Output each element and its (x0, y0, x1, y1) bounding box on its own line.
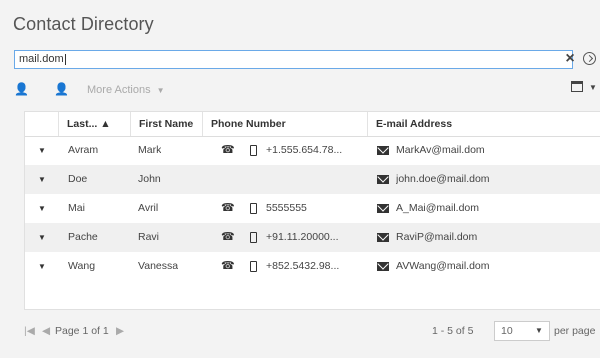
cell-last-name: Wang (68, 260, 96, 272)
header-first-name[interactable]: First Name (130, 112, 202, 136)
cell-email-address: AVWang@mail.dom (396, 260, 490, 272)
table-row[interactable]: ▼ Pache Ravi ☎ +91.11.20000... RaviP@mail.dom (25, 223, 600, 252)
cell-phone-number: 5555555 (266, 202, 307, 214)
cell-first-name: Mark (138, 144, 162, 156)
table-row[interactable]: ▼ Doe John john.doe@mail.dom (25, 165, 600, 194)
first-page-icon[interactable]: |◀ (24, 325, 35, 337)
cell-first-name: Vanessa (138, 260, 179, 272)
cell-last-name: Pache (68, 231, 98, 243)
caret-down-icon[interactable]: ▼ (38, 136, 46, 165)
page-title: Contact Directory (13, 14, 154, 34)
cell-email-address: john.doe@mail.dom (396, 173, 490, 185)
envelope-icon[interactable] (377, 252, 389, 281)
cell-email-address: RaviP@mail.dom (396, 231, 478, 243)
more-actions-label: More Actions (87, 84, 151, 96)
phone-icon[interactable]: ☎ (221, 223, 235, 252)
range-label: 1 - 5 of 5 (432, 325, 474, 337)
header-expander (25, 112, 58, 136)
header-email-address[interactable]: E-mail Address (367, 112, 600, 136)
envelope-icon[interactable] (377, 223, 389, 252)
mobile-icon[interactable] (250, 136, 257, 165)
next-page-icon[interactable]: ▶ (116, 325, 124, 337)
more-actions-button[interactable]: More Actions ▼ (87, 84, 165, 96)
mobile-icon[interactable] (250, 252, 257, 281)
phone-icon[interactable]: ☎ (221, 194, 235, 223)
cell-last-name: Avram (68, 144, 99, 156)
envelope-icon[interactable] (377, 194, 389, 223)
cell-email-address: MarkAv@mail.dom (396, 144, 485, 156)
toolbar: 👤 👤 More Actions ▼ ▼ (14, 81, 600, 100)
search-value: mail.dom (19, 53, 64, 65)
pager: |◀ ◀ Page 1 of 1 ▶ 1 - 5 of 5 10 ▼ per p… (24, 321, 600, 345)
add-user-icon[interactable]: 👤 (14, 82, 29, 96)
cell-last-name: Doe (68, 173, 88, 185)
phone-icon[interactable]: ☎ (221, 136, 235, 165)
envelope-icon[interactable] (377, 165, 389, 194)
cell-phone-number: +91.11.20000... (266, 231, 339, 243)
grid-header: Last... ▲ First Name Phone Number E-mail… (25, 112, 600, 137)
chevron-down-icon: ▼ (156, 86, 165, 95)
table-row[interactable]: ▼ Wang Vanessa ☎ +852.5432.98... AVWang@mail.… (25, 252, 600, 281)
per-page-label: per page (554, 325, 596, 337)
envelope-icon[interactable] (377, 136, 389, 165)
mobile-icon[interactable] (250, 194, 257, 223)
sort-asc-icon: ▲ (100, 118, 111, 130)
mobile-icon[interactable] (250, 223, 257, 252)
search-input[interactable]: mail.dom (14, 50, 573, 69)
text-caret (64, 53, 66, 65)
chevron-circle-icon[interactable] (583, 52, 596, 65)
table-row[interactable]: ▼ Mai Avril ☎ 5555555 A_Mai@mail.dom (25, 194, 600, 223)
contact-grid: Last... ▲ First Name Phone Number E-mail… (24, 111, 600, 310)
caret-down-icon[interactable]: ▼ (38, 223, 46, 252)
cell-first-name: Ravi (138, 231, 160, 243)
cell-first-name: Avril (138, 202, 159, 214)
cell-phone-number: +852.5432.98... (266, 260, 340, 272)
page-size-select[interactable]: 10 ▼ (494, 321, 550, 341)
prev-page-icon[interactable]: ◀ (42, 325, 50, 337)
window-icon[interactable] (571, 81, 583, 92)
remove-user-icon[interactable]: 👤 (54, 82, 69, 96)
caret-down-icon[interactable]: ▼ (38, 165, 46, 194)
page-label: Page 1 of 1 (55, 325, 109, 337)
cell-email-address: A_Mai@mail.dom (396, 202, 480, 214)
cell-last-name: Mai (68, 202, 85, 214)
caret-down-icon[interactable]: ▼ (38, 194, 46, 223)
header-phone-number[interactable]: Phone Number (202, 112, 367, 136)
close-icon[interactable]: × (562, 49, 578, 69)
phone-icon[interactable]: ☎ (221, 252, 235, 281)
table-row[interactable]: ▼ Avram Mark ☎ +1.555.654.78... MarkAv@mail.d… (25, 136, 600, 165)
cell-first-name: John (138, 173, 161, 185)
caret-down-icon[interactable]: ▼ (38, 252, 46, 281)
header-last-name[interactable]: Last... ▲ (58, 112, 130, 136)
cell-phone-number: +1.555.654.78... (266, 144, 343, 156)
chevron-down-icon: ▼ (535, 326, 543, 335)
chevron-down-icon[interactable]: ▼ (589, 83, 597, 92)
